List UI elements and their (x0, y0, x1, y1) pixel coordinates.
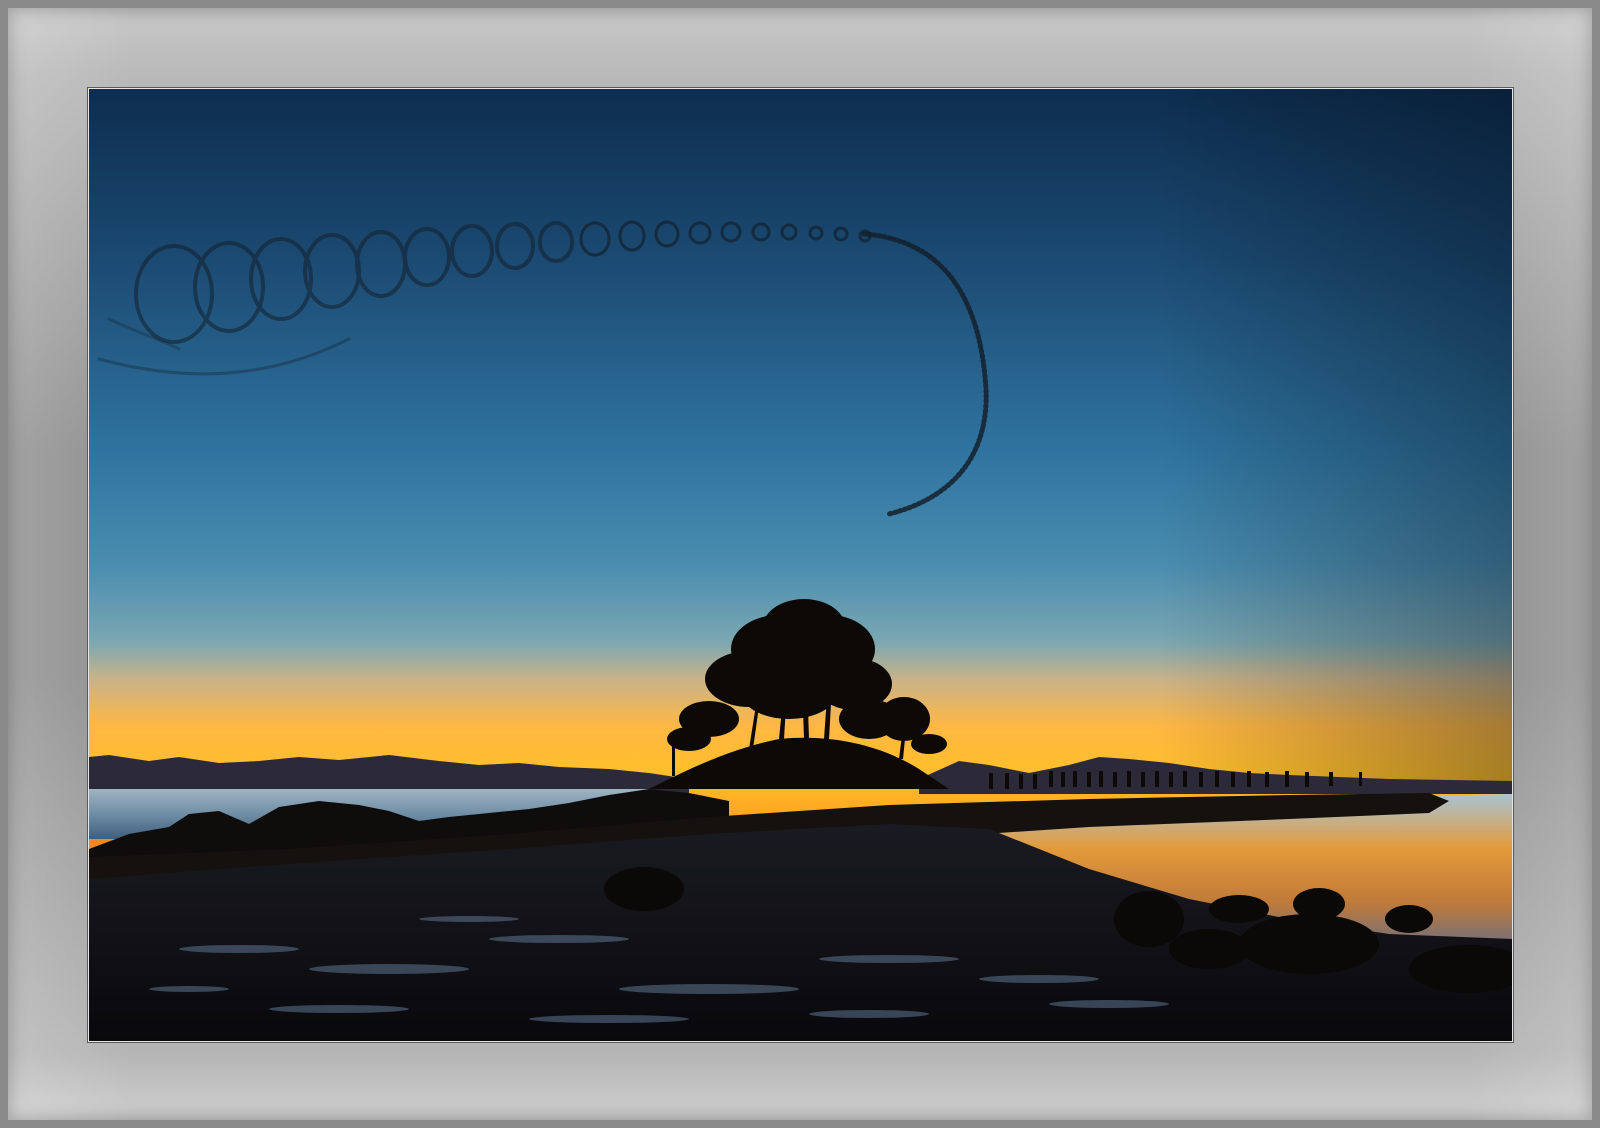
sunset-scene (89, 89, 1512, 1041)
picture-frame (0, 0, 1600, 1128)
sunset-photo (88, 88, 1513, 1042)
